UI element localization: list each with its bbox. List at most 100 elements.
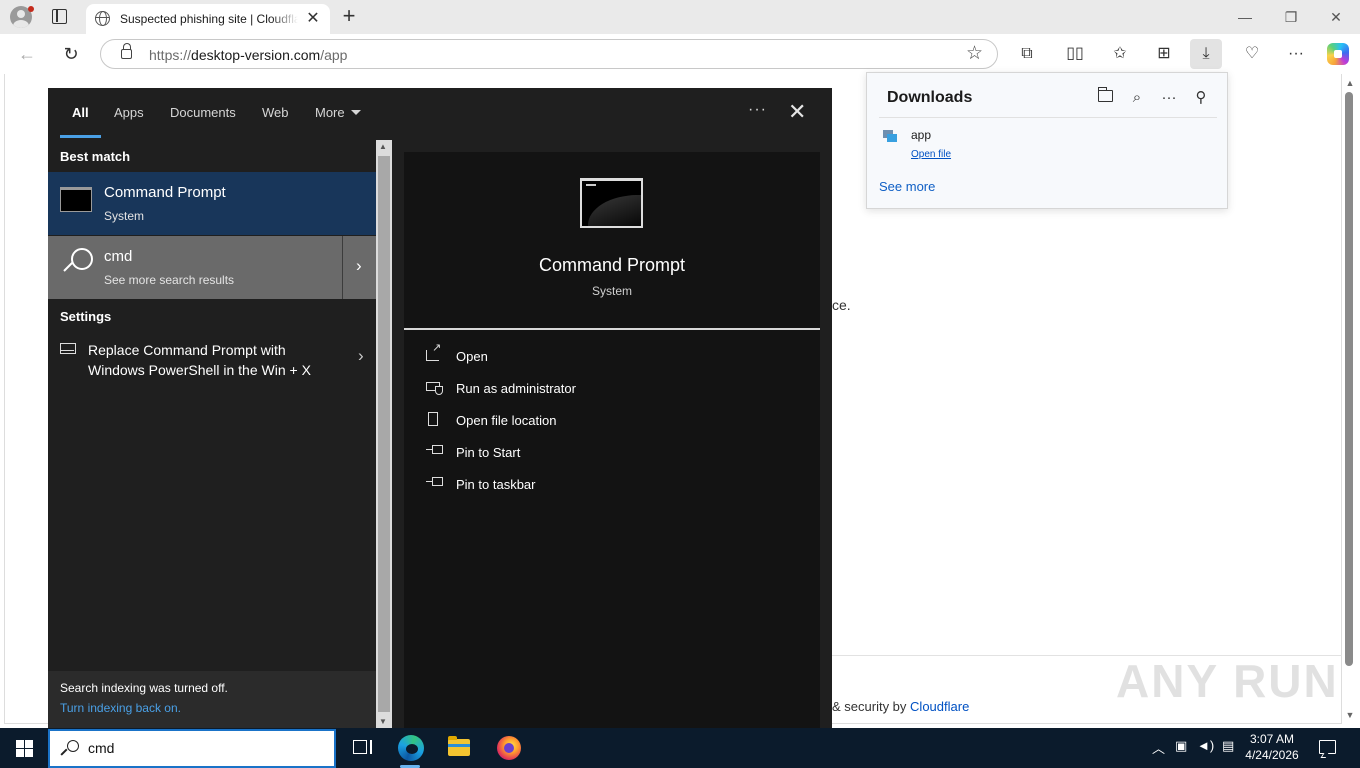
indexing-notice: Search indexing was turned off. Turn ind… (48, 671, 376, 728)
browser-tabbar: Suspected phishing site | Cloudflare ✕ +… (0, 0, 1360, 34)
detail-subtitle: System (591, 284, 632, 298)
detail-divider (404, 328, 820, 330)
chevron-right-icon[interactable]: › (358, 346, 364, 366)
extensions-icon[interactable]: ⧉ (1011, 39, 1043, 69)
open-file-link[interactable]: Open file (911, 149, 951, 160)
tab-all[interactable]: All (72, 105, 89, 120)
new-tab-button[interactable]: + (338, 5, 360, 27)
browser-toolbar: ← ↻ https://desktop-version.com/app ☆ ⧉ … (0, 34, 1360, 74)
scroll-up-arrow-icon[interactable]: ▲ (379, 142, 387, 151)
action-open-file-location[interactable]: Open file location (424, 408, 804, 436)
chevron-right-icon[interactable]: › (356, 256, 362, 276)
split-screen-icon[interactable]: ▯▯ (1059, 39, 1091, 69)
firefox-icon (497, 736, 521, 760)
taskbar-settings-icon (60, 343, 76, 354)
action-run-as-admin[interactable]: Run as administrator (424, 376, 804, 404)
downloads-flyout: Downloads ⌕ ··· ⚲ app Open file See more (866, 72, 1228, 209)
admin-shield-icon (426, 382, 443, 395)
web-result-title: cmd (104, 248, 133, 265)
search-filter-tabs: All Apps Documents Web More ··· ✕ (48, 88, 832, 138)
see-more-link[interactable]: See more (879, 179, 935, 194)
search-close-button[interactable]: ✕ (788, 100, 806, 124)
results-scrollbar-thumb[interactable] (378, 156, 390, 712)
web-result-subtitle: See more search results (104, 273, 235, 287)
url-text[interactable]: https://desktop-version.com/app (149, 47, 347, 63)
globe-icon (95, 11, 110, 26)
browser-essentials-icon[interactable]: ♡ (1236, 39, 1268, 69)
file-explorer-icon (448, 736, 470, 756)
tab-web[interactable]: Web (262, 105, 289, 120)
browser-tab-active[interactable]: Suspected phishing site | Cloudflare ✕ (86, 4, 330, 34)
taskbar-search-text[interactable]: cmd (88, 740, 114, 756)
taskbar-clock[interactable]: 3:07 AM 4/24/2026 (1234, 731, 1310, 763)
favorite-star-icon[interactable]: ☆ (966, 43, 983, 65)
address-bar[interactable]: https://desktop-version.com/app ☆ (100, 39, 998, 69)
pin-downloads-icon[interactable]: ⚲ (1189, 87, 1213, 109)
settings-more-icon[interactable]: ··· (1280, 39, 1312, 69)
footer-text: & security by Cloudflare (832, 699, 970, 714)
windows-taskbar: cmd ︿ ▣ ◄) ▤ 3:07 AM 4/24/2026 (0, 728, 1360, 768)
action-label: Open file location (456, 413, 557, 428)
action-pin-to-start[interactable]: Pin to Start (424, 440, 804, 468)
download-item-name[interactable]: app (911, 128, 931, 142)
taskbar-edge[interactable] (386, 728, 434, 768)
web-search-result[interactable]: cmd See more search results › (48, 236, 376, 299)
chevron-up-icon[interactable]: ︿ (1152, 738, 1165, 757)
open-icon (426, 341, 441, 361)
exe-file-icon (883, 130, 897, 142)
pin-icon (426, 476, 443, 490)
action-label: Pin to Start (456, 445, 521, 460)
search-icon (60, 739, 80, 759)
action-pin-to-taskbar[interactable]: Pin to taskbar (424, 472, 804, 500)
back-button[interactable]: ← (14, 42, 40, 66)
command-prompt-large-icon (580, 178, 643, 228)
best-match-title: Command Prompt (104, 184, 226, 201)
collections-icon[interactable]: ⊞ (1148, 39, 1180, 69)
copilot-icon[interactable] (1327, 43, 1349, 65)
camera-icon[interactable]: ▣ (1175, 738, 1187, 754)
lock-icon[interactable] (121, 43, 132, 59)
taskbar-search-box[interactable]: cmd (48, 729, 336, 768)
search-options-icon[interactable]: ··· (748, 101, 767, 119)
volume-icon[interactable]: ◄) (1197, 738, 1214, 753)
best-match-result[interactable]: Command Prompt System (48, 172, 376, 235)
scrollbar-thumb[interactable] (1345, 92, 1353, 666)
notifications-icon[interactable] (1319, 740, 1336, 754)
downloads-more-icon[interactable]: ··· (1157, 87, 1181, 109)
downloads-title: Downloads (887, 89, 973, 106)
tab-title: Suspected phishing site | Cloudflare (120, 12, 298, 26)
tab-actions-icon[interactable] (52, 9, 67, 24)
results-scrollbar[interactable]: ▲ ▼ (376, 140, 392, 728)
action-open[interactable]: Open (424, 341, 804, 372)
settings-header: Settings (60, 309, 112, 324)
page-scrollbar[interactable]: ▲ ▼ (1342, 74, 1358, 724)
search-downloads-icon[interactable]: ⌕ (1125, 87, 1149, 109)
settings-result-label: Replace Command Prompt with Windows Powe… (88, 342, 311, 378)
tab-documents[interactable]: Documents (170, 105, 236, 120)
favorites-icon[interactable]: ✩ (1104, 39, 1136, 69)
cloudflare-link[interactable]: Cloudflare (910, 699, 969, 714)
taskbar-firefox[interactable] (484, 728, 532, 768)
clock-date: 4/24/2026 (1245, 748, 1299, 762)
windows-start-icon[interactable] (16, 740, 33, 757)
scroll-down-arrow-icon[interactable]: ▼ (379, 717, 387, 726)
minimize-button[interactable]: — (1222, 5, 1268, 29)
network-icon[interactable]: ▤ (1222, 738, 1234, 754)
restore-button[interactable]: ❐ (1268, 5, 1314, 29)
settings-result[interactable]: Replace Command Prompt with Windows Powe… (48, 336, 376, 390)
turn-indexing-on-link[interactable]: Turn indexing back on. (60, 701, 181, 715)
downloads-icon[interactable]: ⤓ (1190, 39, 1222, 69)
downloads-divider (879, 117, 1217, 118)
task-view-icon (353, 740, 372, 754)
taskbar-file-explorer[interactable] (435, 728, 483, 768)
tab-close-button[interactable]: ✕ (304, 10, 322, 28)
tab-apps[interactable]: Apps (114, 105, 144, 120)
scroll-down-arrow-icon[interactable]: ▼ (1345, 710, 1355, 720)
open-downloads-folder-icon[interactable] (1098, 87, 1113, 102)
detail-title: Command Prompt (538, 255, 686, 275)
scroll-up-arrow-icon[interactable]: ▲ (1345, 78, 1355, 88)
refresh-button[interactable]: ↻ (58, 42, 84, 66)
task-view-button[interactable] (337, 728, 385, 768)
tab-more[interactable]: More (315, 105, 361, 120)
close-window-button[interactable]: ✕ (1313, 5, 1359, 29)
